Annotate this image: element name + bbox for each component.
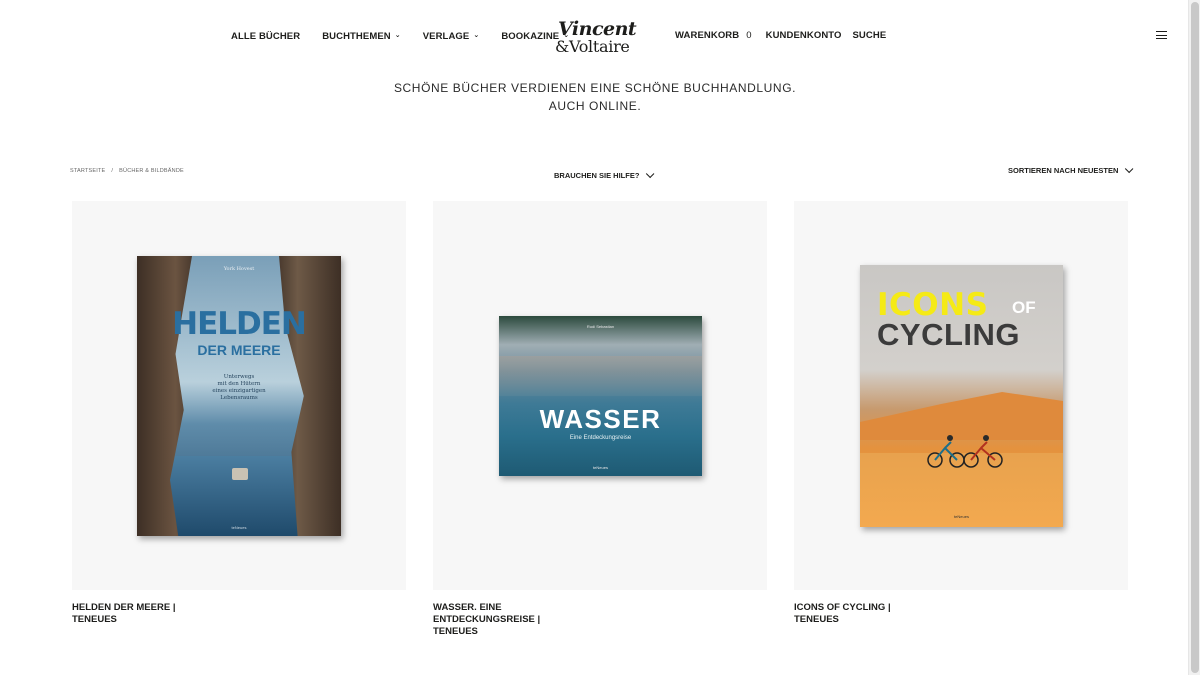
main-nav: ALLE BÜCHER BUCHTHEMEN ⌄ VERLAGE ⌄ BOOKAZI… <box>231 31 591 42</box>
scrollbar[interactable] <box>1188 0 1200 675</box>
hamburger-icon[interactable] <box>1156 31 1167 40</box>
cover-subtitle: Unterwegs mit den Hütern eines einzigart… <box>137 374 341 402</box>
product-title-line: ENTDECKUNGSREISE | <box>433 614 541 625</box>
cover-publisher: teNeues <box>593 465 608 470</box>
search-label: SUCHE <box>852 30 887 41</box>
product-card[interactable]: ICONS OF CYCLING teNeues ICONS OF CYCLIN… <box>794 201 1128 626</box>
header-actions: WARENKORB 0 KUNDENKONTO SUCHE <box>675 30 886 41</box>
nav-publishers[interactable]: VERLAGE ⌄ <box>423 31 480 42</box>
breadcrumb: STARTSEITE / BÜCHER & BILDBÄNDE <box>70 168 184 174</box>
cover-publisher: teNeues <box>954 514 969 519</box>
search-link[interactable]: SUCHE <box>853 30 887 41</box>
book-cover-helden-der-meere[interactable]: York Hovest HELDEN DER MEERE Unterwegs m… <box>137 256 341 536</box>
cover-subtitle: Eine Entdeckungsreise <box>569 435 632 441</box>
product-title-line: WASSER. EINE <box>433 602 502 613</box>
scrollbar-thumb[interactable] <box>1191 2 1199 673</box>
nav-publishers-label: VERLAGE <box>422 31 470 42</box>
cover-title-word-3: CYCLING <box>877 317 1020 352</box>
cyclists-icon <box>927 435 1003 468</box>
chevron-down-icon <box>646 169 655 178</box>
cover-title-2: DER MEERE <box>197 342 281 358</box>
cart-link[interactable]: WARENKORB 0 <box>675 30 766 41</box>
breadcrumb-current[interactable]: BÜCHER & BILDBÄNDE <box>119 168 184 174</box>
product-card[interactable]: Rudi Sebastian WASSER Eine Entdeckungsre… <box>433 201 767 638</box>
account-link[interactable]: KUNDENKONTO <box>766 30 842 41</box>
cart-count: 0 <box>746 30 752 41</box>
site-logo[interactable]: Vincent &Voltaire <box>552 18 637 58</box>
cover-foam <box>499 356 702 396</box>
cover-boat <box>232 468 248 480</box>
product-title-line: TENEUES <box>433 626 478 637</box>
sort-label: SORTIEREN NACH NEUESTEN <box>1008 166 1119 175</box>
cover-subtitle-line: mit den Hütern <box>217 381 261 387</box>
breadcrumb-separator: / <box>111 168 114 174</box>
cover-author: York Hovest <box>223 266 255 272</box>
product-title[interactable]: WASSER. EINE ENTDECKUNGSREISE | TENEUES <box>433 602 553 638</box>
tagline-line-1: SCHÖNE BÜCHER VERDIENEN EINE SCHÖNE BUCH… <box>393 81 797 95</box>
cover-title-word-2: OF <box>1012 298 1036 317</box>
chevron-down-icon: ⌄ <box>394 31 401 39</box>
book-cover-icons-of-cycling[interactable]: ICONS OF CYCLING teNeues <box>860 265 1063 527</box>
cart-label: WARENKORB <box>675 30 740 41</box>
tagline: SCHÖNE BÜCHER VERDIENEN EINE SCHÖNE BUCH… <box>300 79 890 115</box>
nav-all-books[interactable]: ALLE BÜCHER <box>231 31 300 42</box>
cover-subtitle-line: eines einzigartigen <box>212 388 266 394</box>
cover-subtitle-line: Unterwegs <box>223 374 255 380</box>
cover-title: WASSER <box>539 404 662 434</box>
product-title-line: HELDEN DER MEERE | <box>72 602 176 613</box>
chevron-down-icon: ⌄ <box>473 31 480 39</box>
logo-line-2: &Voltaire <box>555 37 630 56</box>
cover-title: HELDEN <box>172 306 307 342</box>
nav-bookazine-label: BOOKAZINE <box>501 31 560 42</box>
product-image-tile[interactable]: ICONS OF CYCLING teNeues <box>794 201 1128 590</box>
product-title-line: ICONS OF CYCLING | <box>794 602 891 613</box>
cover-author: Rudi Sebastian <box>586 324 615 329</box>
help-dropdown[interactable]: BRAUCHEN SIE HILFE? <box>554 169 655 180</box>
help-label: BRAUCHEN SIE HILFE? <box>554 171 640 180</box>
account-label: KUNDENKONTO <box>765 30 842 41</box>
product-title[interactable]: HELDEN DER MEERE | TENEUES <box>72 602 192 626</box>
cover-publisher: teNeues <box>231 525 247 530</box>
chevron-down-icon <box>1125 164 1134 173</box>
nav-book-topics[interactable]: BUCHTHEMEN ⌄ <box>322 31 401 42</box>
product-title-line: TENEUES <box>794 614 839 625</box>
product-image-tile[interactable]: York Hovest HELDEN DER MEERE Unterwegs m… <box>72 201 406 590</box>
product-card[interactable]: York Hovest HELDEN DER MEERE Unterwegs m… <box>72 201 406 626</box>
breadcrumb-home[interactable]: STARTSEITE <box>70 168 105 174</box>
product-image-tile[interactable]: Rudi Sebastian WASSER Eine Entdeckungsre… <box>433 201 767 590</box>
tagline-line-2: AUCH ONLINE. <box>548 99 642 113</box>
sort-dropdown[interactable]: SORTIEREN NACH NEUESTEN <box>1008 164 1134 175</box>
book-cover-wasser[interactable]: Rudi Sebastian WASSER Eine Entdeckungsre… <box>499 316 702 476</box>
nav-all-books-label: ALLE BÜCHER <box>231 31 301 42</box>
nav-book-topics-label: BUCHTHEMEN <box>322 31 391 42</box>
cover-subtitle-line: Lebensraums <box>220 395 258 401</box>
product-title-line: TENEUES <box>72 614 117 625</box>
product-title[interactable]: ICONS OF CYCLING | TENEUES <box>794 602 914 626</box>
